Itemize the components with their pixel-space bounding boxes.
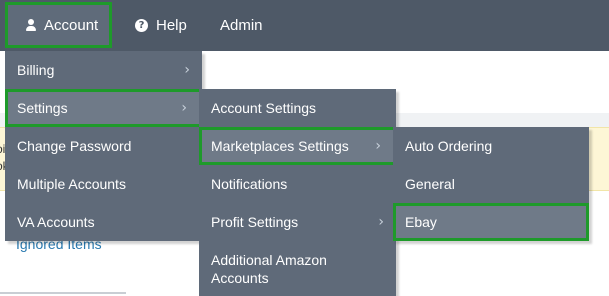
nav-account-button[interactable]: Account bbox=[5, 2, 112, 48]
menu-item-change-password[interactable]: Change Password bbox=[5, 127, 202, 165]
settings-submenu: Account Settings Marketplaces Settings ›… bbox=[199, 89, 396, 296]
divider bbox=[0, 292, 126, 294]
menu-item-label: Auto Ordering bbox=[405, 138, 493, 154]
chevron-right-icon: › bbox=[181, 100, 187, 116]
menu-item-label: VA Accounts bbox=[17, 214, 95, 230]
menu-item-label: Multiple Accounts bbox=[17, 176, 126, 192]
help-icon: ? bbox=[135, 19, 148, 32]
user-icon bbox=[26, 19, 36, 31]
menu-item-profit-settings[interactable]: Profit Settings › bbox=[199, 203, 396, 241]
menu-item-va-accounts[interactable]: VA Accounts bbox=[5, 203, 202, 241]
menu-item-label: Ebay bbox=[405, 214, 437, 230]
menu-item-additional-amazon-accounts[interactable]: Additional Amazon Accounts bbox=[199, 241, 349, 296]
menu-item-billing[interactable]: Billing › bbox=[5, 51, 202, 89]
menu-item-label: Marketplaces Settings bbox=[211, 138, 349, 154]
menu-item-label: Settings bbox=[17, 100, 68, 116]
menu-item-ebay[interactable]: Ebay bbox=[393, 203, 589, 241]
menu-item-label: Additional Amazon Accounts bbox=[211, 252, 327, 286]
menu-item-label: General bbox=[405, 176, 455, 192]
menu-item-label: Account Settings bbox=[211, 100, 317, 116]
chevron-right-icon: › bbox=[378, 214, 384, 230]
nav-help-button[interactable]: ? Help bbox=[135, 0, 187, 51]
account-dropdown-menu: Billing › Settings › Change Password Mul… bbox=[5, 51, 202, 241]
menu-item-label: Profit Settings bbox=[211, 214, 299, 230]
menu-item-settings[interactable]: Settings › bbox=[5, 89, 202, 127]
top-navbar: Account ? Help Admin bbox=[0, 0, 609, 51]
nav-account-label: Account bbox=[44, 16, 99, 34]
menu-item-general[interactable]: General bbox=[393, 165, 589, 203]
menu-item-label: Notifications bbox=[211, 176, 288, 192]
chevron-right-icon: › bbox=[375, 138, 381, 154]
menu-item-label: Change Password bbox=[17, 138, 132, 154]
menu-item-auto-ordering[interactable]: Auto Ordering bbox=[393, 127, 589, 165]
menu-item-multiple-accounts[interactable]: Multiple Accounts bbox=[5, 165, 202, 203]
chevron-right-icon: › bbox=[184, 62, 190, 78]
menu-item-notifications[interactable]: Notifications bbox=[199, 165, 396, 203]
nav-admin-button[interactable]: Admin bbox=[220, 0, 263, 51]
menu-item-account-settings[interactable]: Account Settings bbox=[199, 89, 396, 127]
menu-item-label: Billing bbox=[17, 62, 55, 78]
nav-admin-label: Admin bbox=[220, 17, 263, 34]
nav-help-label: Help bbox=[156, 17, 187, 34]
marketplaces-submenu: Auto Ordering General Ebay bbox=[393, 127, 589, 241]
menu-item-marketplaces-settings[interactable]: Marketplaces Settings › bbox=[199, 127, 396, 165]
